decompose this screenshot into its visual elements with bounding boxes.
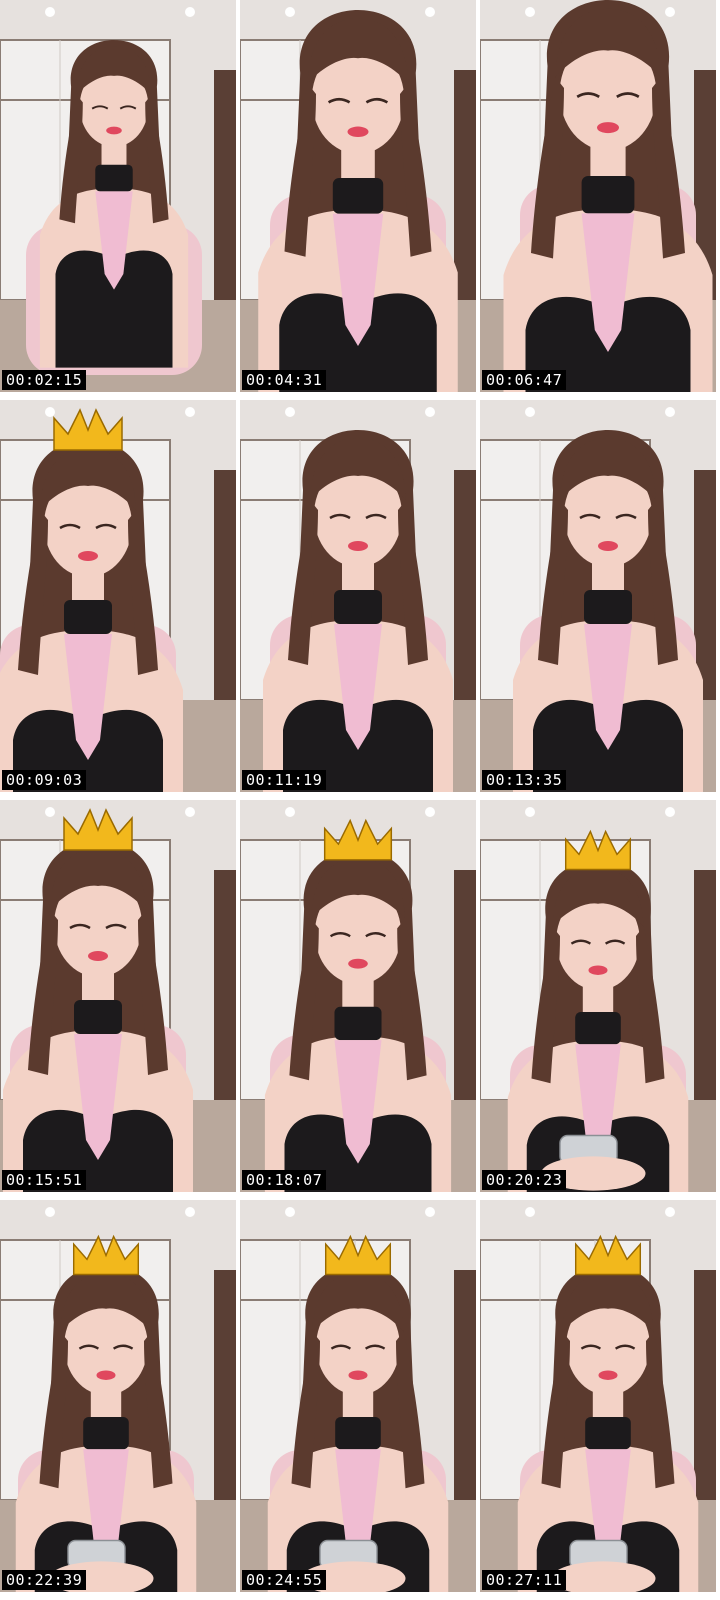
ceiling-light (285, 7, 295, 17)
frame-image-8 (240, 800, 476, 1192)
frame-timestamp-12: 00:27:11 (482, 1570, 567, 1590)
frame-timestamp-1: 00:02:15 (2, 370, 87, 390)
ceiling-light (45, 807, 55, 817)
door-frame (454, 470, 476, 730)
ceiling-light (425, 807, 435, 817)
door-frame (214, 470, 236, 730)
frame-image-9 (480, 800, 716, 1192)
frame-timestamp-3: 00:06:47 (482, 370, 567, 390)
door-frame (214, 70, 236, 330)
lips (598, 1370, 618, 1380)
lips (348, 958, 368, 969)
lips (106, 126, 122, 135)
halter-collar (334, 590, 382, 624)
frame-image-10 (0, 1200, 236, 1592)
ceiling-light (665, 7, 675, 17)
lips (597, 122, 619, 134)
video-frame-9: 00:20:23 (480, 800, 716, 1192)
lips (348, 541, 368, 551)
door-frame (694, 870, 716, 1130)
frame-timestamp-9: 00:20:23 (482, 1170, 567, 1190)
ceiling-light (185, 1207, 195, 1217)
ceiling-light (285, 1207, 295, 1217)
ceiling-light (665, 807, 675, 817)
halter-collar (332, 178, 384, 214)
frame-timestamp-8: 00:18:07 (242, 1170, 327, 1190)
halter-collar (575, 1012, 621, 1045)
door-frame (454, 1270, 476, 1530)
frame-image-12 (480, 1200, 716, 1592)
ceiling-light (45, 1207, 55, 1217)
door-frame (454, 870, 476, 1130)
ceiling-light (665, 1207, 675, 1217)
ceiling-light (285, 407, 295, 417)
lips (588, 965, 608, 975)
frame-timestamp-7: 00:15:51 (2, 1170, 87, 1190)
ceiling-light (425, 407, 435, 417)
frame-image-7 (0, 800, 236, 1192)
ceiling-light (285, 807, 295, 817)
lips (96, 1370, 116, 1380)
lips (88, 951, 108, 961)
video-contact-sheet: 00:02:15 00:04:31 00:06:47 00:09:03 00:1… (0, 0, 720, 1600)
video-frame-8: 00:18:07 (240, 800, 476, 1192)
lips (78, 551, 98, 561)
ceiling-light (425, 1207, 435, 1217)
video-frame-3: 00:06:47 (480, 0, 716, 392)
ceiling-light (185, 7, 195, 17)
door-frame (694, 1270, 716, 1530)
ceiling-light (185, 407, 195, 417)
halter-collar (95, 164, 133, 192)
video-frame-2: 00:04:31 (240, 0, 476, 392)
lips (348, 1370, 368, 1380)
frame-timestamp-4: 00:09:03 (2, 770, 87, 790)
ceiling-light (525, 807, 535, 817)
halter-collar (585, 1417, 631, 1450)
frame-timestamp-11: 00:24:55 (242, 1570, 327, 1590)
door-frame (214, 870, 236, 1130)
halter-collar (334, 1006, 382, 1041)
video-frame-7: 00:15:51 (0, 800, 236, 1192)
frame-image-3 (480, 0, 716, 392)
frame-image-6 (480, 400, 716, 792)
frame-image-1 (0, 0, 236, 392)
frame-image-2 (240, 0, 476, 392)
video-frame-5: 00:11:19 (240, 400, 476, 792)
halter-collar (584, 590, 632, 624)
frame-timestamp-2: 00:04:31 (242, 370, 327, 390)
ceiling-light (45, 407, 55, 417)
ceiling-light (185, 807, 195, 817)
frame-image-4 (0, 400, 236, 792)
door-frame (214, 1270, 236, 1530)
lips (598, 541, 618, 551)
video-frame-6: 00:13:35 (480, 400, 716, 792)
ceiling-light (525, 7, 535, 17)
ceiling-light (425, 7, 435, 17)
ceiling-light (45, 7, 55, 17)
halter-collar (581, 176, 635, 214)
video-frame-12: 00:27:11 (480, 1200, 716, 1592)
video-frame-1: 00:02:15 (0, 0, 236, 392)
ceiling-light (525, 1207, 535, 1217)
halter-collar (64, 600, 112, 634)
ceiling-light (665, 407, 675, 417)
halter-collar (335, 1417, 381, 1450)
video-frame-11: 00:24:55 (240, 1200, 476, 1592)
halter-collar (83, 1417, 129, 1450)
frame-image-11 (240, 1200, 476, 1592)
video-frame-10: 00:22:39 (0, 1200, 236, 1592)
video-frame-4: 00:09:03 (0, 400, 236, 792)
halter-collar (74, 1000, 122, 1034)
ceiling-light (525, 407, 535, 417)
frame-image-5 (240, 400, 476, 792)
frame-timestamp-10: 00:22:39 (2, 1570, 87, 1590)
frame-timestamp-6: 00:13:35 (482, 770, 567, 790)
frame-timestamp-5: 00:11:19 (242, 770, 327, 790)
lips (347, 126, 369, 138)
